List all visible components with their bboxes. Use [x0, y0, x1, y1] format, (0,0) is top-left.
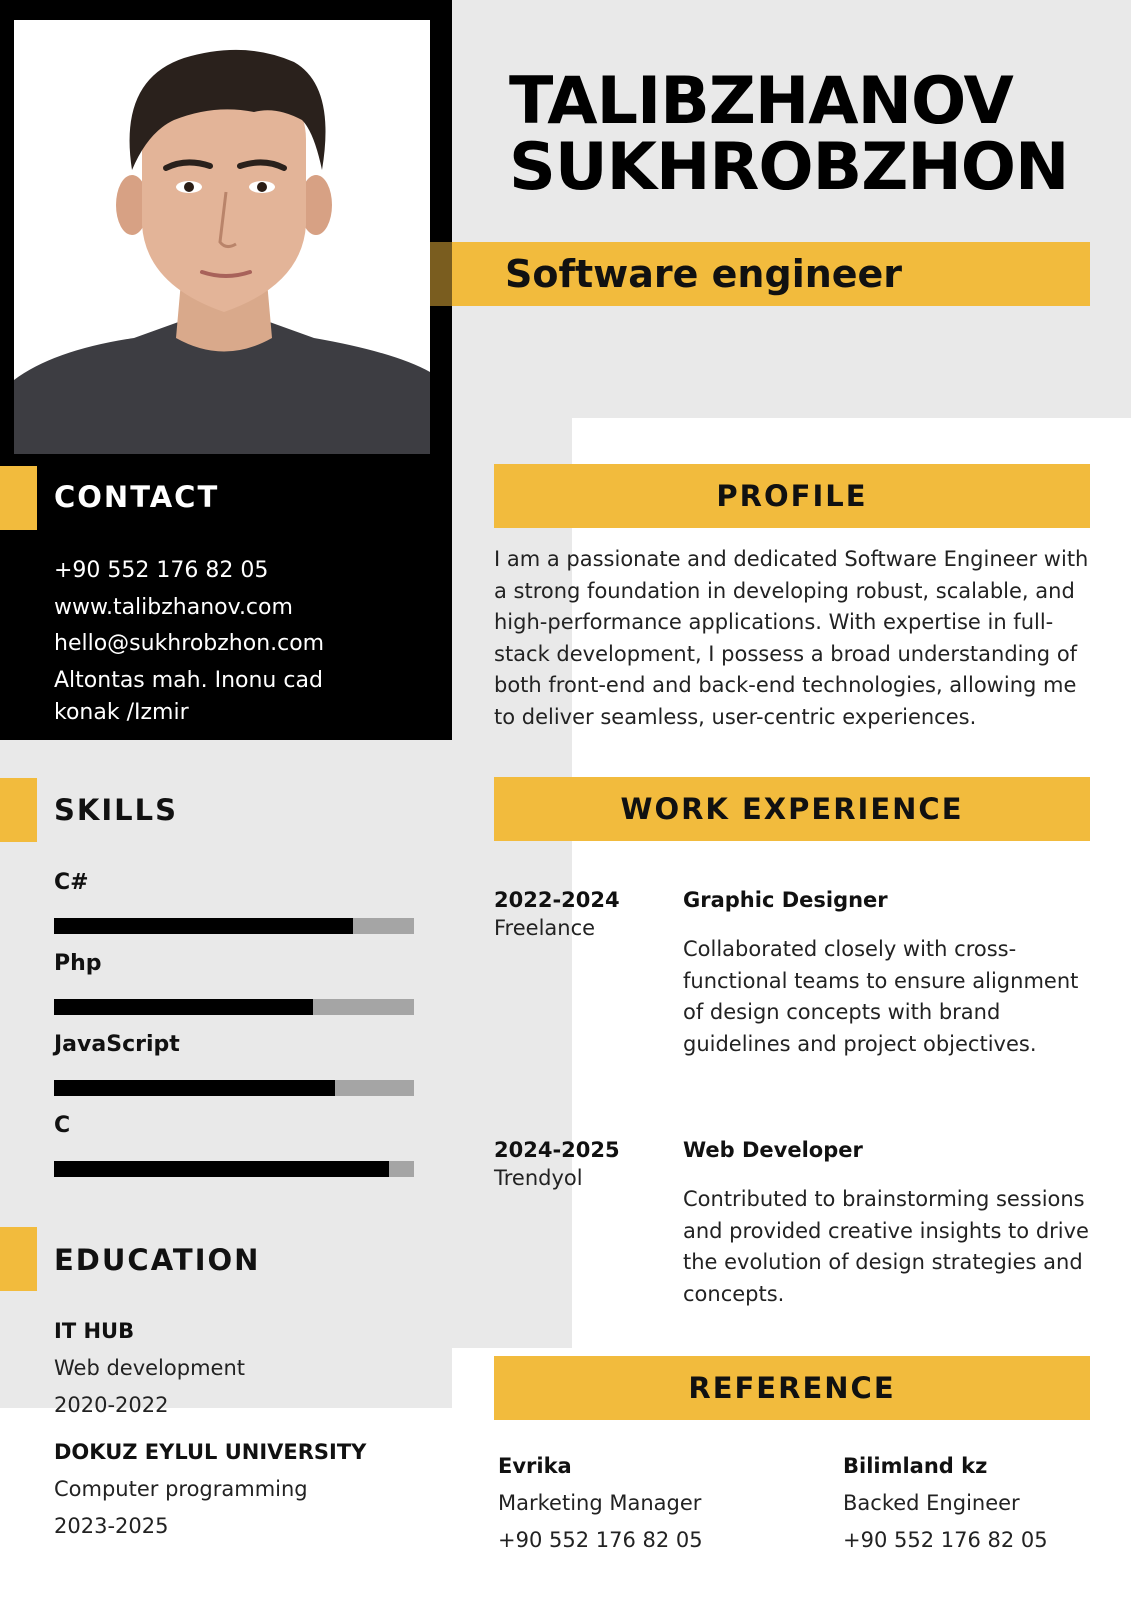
- education-years: 2020-2022: [54, 1393, 169, 1417]
- reference-name: Bilimland kz: [843, 1454, 988, 1478]
- skill-label: C: [54, 1113, 71, 1138]
- header-background: [452, 0, 1131, 418]
- skill-label: C#: [54, 870, 89, 895]
- education-school: DOKUZ EYLUL UNIVERSITY: [54, 1440, 367, 1464]
- contact-address-line1: Altontas mah. Inonu cad: [54, 668, 323, 693]
- education-tab-marker: [0, 1227, 37, 1291]
- work-role: Web Developer: [683, 1138, 863, 1162]
- reference-heading: REFERENCE: [494, 1356, 1090, 1420]
- work-experience-heading: WORK EXPERIENCE: [494, 777, 1090, 841]
- reference-phone: +90 552 176 82 05: [843, 1528, 1048, 1552]
- work-company: Trendyol: [494, 1166, 583, 1190]
- profile-text: I am a passionate and dedicated Software…: [494, 547, 1089, 729]
- name-second-line: SUKHROBZHON: [509, 130, 1069, 205]
- job-title-band-shade: [430, 242, 452, 306]
- skill-bar-fill: [54, 1080, 335, 1096]
- education-program: Web development: [54, 1356, 245, 1380]
- work-years: 2022-2024: [494, 888, 620, 912]
- contact-phone: +90 552 176 82 05: [54, 558, 269, 583]
- sidebar-gray-panel: [0, 740, 452, 1408]
- reference-name: Evrika: [498, 1454, 572, 1478]
- reference-title: Marketing Manager: [498, 1491, 702, 1515]
- profile-photo: [14, 20, 430, 454]
- skills-tab-marker: [0, 778, 37, 842]
- contact-website: www.talibzhanov.com: [54, 595, 293, 620]
- contact-heading: CONTACT: [54, 480, 220, 514]
- skill-bar-fill: [54, 999, 314, 1015]
- work-description: Collaborated closely with cross-function…: [683, 937, 1079, 1056]
- work-description: Contributed to brainstorming sessions an…: [683, 1187, 1089, 1306]
- reference-title: Backed Engineer: [843, 1491, 1020, 1515]
- name-first-line: TALIBZHANOV: [509, 64, 1014, 139]
- work-role: Graphic Designer: [683, 888, 888, 912]
- work-company: Freelance: [494, 916, 596, 940]
- skills-heading: SKILLS: [54, 793, 178, 827]
- work-years: 2024-2025: [494, 1138, 620, 1162]
- skill-label: Php: [54, 951, 102, 976]
- profile-heading: PROFILE: [494, 464, 1090, 528]
- education-program: Computer programming: [54, 1477, 308, 1501]
- education-years: 2023-2025: [54, 1514, 169, 1538]
- skill-bar-fill: [54, 1161, 389, 1177]
- contact-tab-marker: [0, 466, 37, 530]
- skill-bar-fill: [54, 918, 353, 934]
- reference-phone: +90 552 176 82 05: [498, 1528, 703, 1552]
- skill-bar: [54, 918, 414, 934]
- education-heading: EDUCATION: [54, 1243, 261, 1277]
- job-title: Software engineer: [505, 252, 903, 296]
- skill-label: JavaScript: [54, 1032, 180, 1057]
- portrait-illustration: [14, 20, 430, 454]
- skill-bar: [54, 999, 414, 1015]
- skill-bar: [54, 1080, 414, 1096]
- contact-address-line2: konak /Izmir: [54, 700, 189, 725]
- contact-email: hello@sukhrobzhon.com: [54, 631, 325, 656]
- skill-bar: [54, 1161, 414, 1177]
- education-school: IT HUB: [54, 1319, 135, 1343]
